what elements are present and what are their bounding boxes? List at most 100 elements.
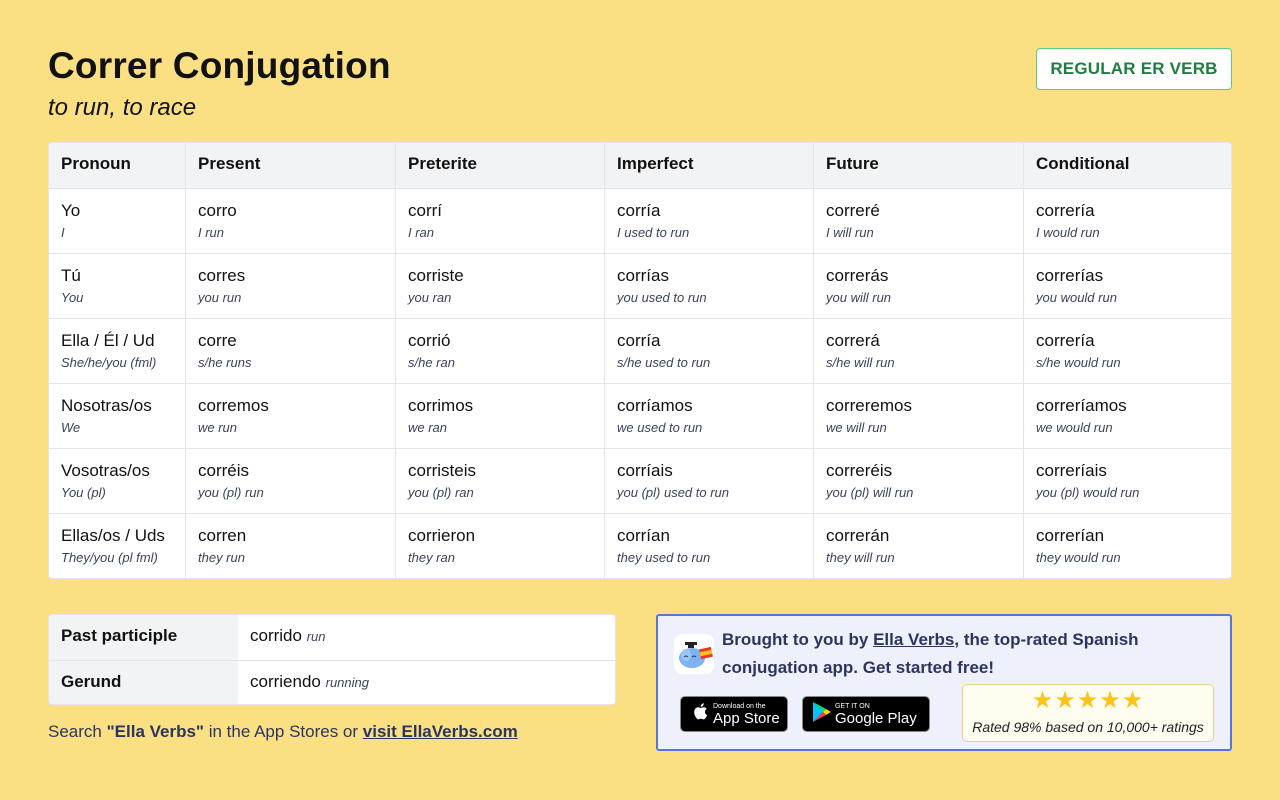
apple-icon (687, 702, 713, 726)
form-translation: we would run (1036, 420, 1113, 435)
conjugated-form: corro (198, 201, 237, 220)
verb-name: Correr (48, 45, 163, 86)
present-cell: corro I run (185, 189, 395, 253)
pronoun: Nosotras/os (61, 396, 152, 415)
future-cell: correrás you will run (813, 254, 1023, 318)
google-play-small: GET IT ON (835, 702, 870, 710)
preterite-cell: corrí I ran (395, 189, 604, 253)
future-cell: correré I will run (813, 189, 1023, 253)
conjugated-form: corría (617, 201, 661, 220)
form-translation: they used to run (617, 550, 711, 565)
app-store-button[interactable]: Download on the App Store (680, 696, 788, 732)
form-translation: they would run (1036, 550, 1121, 565)
verb-type-badge[interactable]: REGULAR ER VERB (1036, 48, 1232, 90)
imperfect-cell: corríais you (pl) used to run (604, 449, 813, 513)
rating-text: Rated 98% based on 10,000+ ratings (972, 719, 1204, 735)
past-participle-value: corrido run (238, 615, 338, 660)
conjugation-table: Pronoun Present Preterite Imperfect Futu… (48, 142, 1232, 579)
table-row: Ella / Él / Ud She/he/you (fml) corre s/he … (49, 318, 1231, 383)
conditional-cell: correrías you would run (1023, 254, 1231, 318)
promo-prefix: Brought to you by (722, 630, 874, 649)
preterite-cell: corrimos we ran (395, 384, 604, 448)
form-translation: they ran (408, 550, 455, 565)
conjugated-form: corrieron (408, 526, 476, 545)
search-term: "Ella Verbs" (106, 722, 204, 741)
gerund-en: running (325, 675, 369, 690)
conjugated-form: corríais (617, 461, 673, 480)
conditional-cell: correrían they would run (1023, 514, 1231, 578)
conjugated-form: correrían (1036, 526, 1105, 545)
pronoun-translation: You (61, 290, 84, 305)
conjugated-form: corrimos (408, 396, 474, 415)
form-translation: you used to run (617, 290, 707, 305)
present-cell: corre s/he runs (185, 319, 395, 383)
google-play-button[interactable]: GET IT ON Google Play (802, 696, 930, 732)
table-row: Vosotras/os You (pl) corréis you (pl) run co… (49, 448, 1231, 513)
header-pronoun: Pronoun (61, 154, 131, 173)
conjugated-form: correré (826, 201, 880, 220)
form-translation: we run (198, 420, 238, 435)
ella-verbs-app-icon (674, 634, 714, 674)
conjugated-form: corrías (617, 266, 669, 285)
past-participle-label: Past participle (49, 615, 238, 660)
header-imperfect: Imperfect (604, 143, 813, 188)
pronoun: Yo (61, 201, 81, 220)
conjugated-form: correréis (826, 461, 893, 480)
gerund-es: corriendo (250, 672, 321, 691)
conjugated-form: correremos (826, 396, 912, 415)
preterite-cell: corrió s/he ran (395, 319, 604, 383)
pronoun-cell: Yo I (49, 189, 185, 253)
pronoun-cell: Vosotras/os You (pl) (49, 449, 185, 513)
ella-verbs-link[interactable]: Ella Verbs (873, 630, 954, 649)
form-translation: s/he would run (1036, 355, 1121, 370)
header-preterite: Preterite (395, 143, 604, 188)
conjugated-form: corres (198, 266, 246, 285)
table-row: Ellas/os / Uds They/you (pl fml) corren the… (49, 513, 1231, 578)
promo-box: Brought to you by Ella Verbs, the top-ra… (656, 614, 1232, 751)
header-conditional: Conditional (1023, 143, 1231, 188)
form-translation: we used to run (617, 420, 703, 435)
form-translation: you (pl) used to run (617, 485, 730, 500)
conditional-cell: correríamos we would run (1023, 384, 1231, 448)
table-row: Tú You corres you run corriste you ran corrías… (49, 253, 1231, 318)
conjugated-form: correríais (1036, 461, 1107, 480)
present-cell: corren they run (185, 514, 395, 578)
pronoun-cell: Tú You (49, 254, 185, 318)
imperfect-cell: corríamos we used to run (604, 384, 813, 448)
conjugated-form: correrán (826, 526, 890, 545)
form-translation: I run (198, 225, 225, 240)
gerund-row: Gerund corriendo running (49, 660, 615, 704)
conjugated-form: corrían (617, 526, 670, 545)
pronoun-cell: Ella / Él / Ud She/he/you (fml) (49, 319, 185, 383)
app-store-small: Download on the (713, 702, 766, 710)
form-translation: you would run (1036, 290, 1117, 305)
past-participle-en: run (306, 629, 326, 644)
future-cell: correrá s/he will run (813, 319, 1023, 383)
form-translation: you (pl) would run (1036, 485, 1140, 500)
future-cell: correréis you (pl) will run (813, 449, 1023, 513)
table-row: Nosotras/os We corremos we run corrimos we ra… (49, 383, 1231, 448)
table-header-row: Pronoun Present Preterite Imperfect Futu… (49, 143, 1231, 188)
form-translation: you (pl) will run (826, 485, 914, 500)
pronoun-translation: You (pl) (61, 485, 106, 500)
form-translation: I would run (1036, 225, 1100, 240)
ellaverbs-site-link[interactable]: visit EllaVerbs.com (363, 722, 518, 741)
star-rating-icon: ★★★★★ (1031, 687, 1145, 714)
conjugated-form: corristeis (408, 461, 477, 480)
header-future: Future (813, 143, 1023, 188)
conjugated-form: corren (198, 526, 247, 545)
header-present: Present (185, 143, 395, 188)
google-play-icon (809, 701, 835, 728)
table-body: Yo Icorro I run corrí I ran corría I used to r… (49, 188, 1231, 578)
form-translation: s/he ran (408, 355, 455, 370)
verb-translation: to run, to race (48, 94, 197, 121)
promo-text: Brought to you by Ella Verbs, the top-ra… (722, 626, 1202, 682)
preterite-cell: corriste you ran (395, 254, 604, 318)
form-translation: I will run (826, 225, 874, 240)
conjugated-form: correrá (826, 331, 880, 350)
page-header: Correr Conjugation to run, to race (48, 44, 391, 122)
table-row: Yo Icorro I run corrí I ran corría I used to r… (49, 188, 1231, 253)
preterite-cell: corristeis you (pl) ran (395, 449, 604, 513)
present-cell: corremos we run (185, 384, 395, 448)
title-suffix: Conjugation (172, 45, 391, 86)
